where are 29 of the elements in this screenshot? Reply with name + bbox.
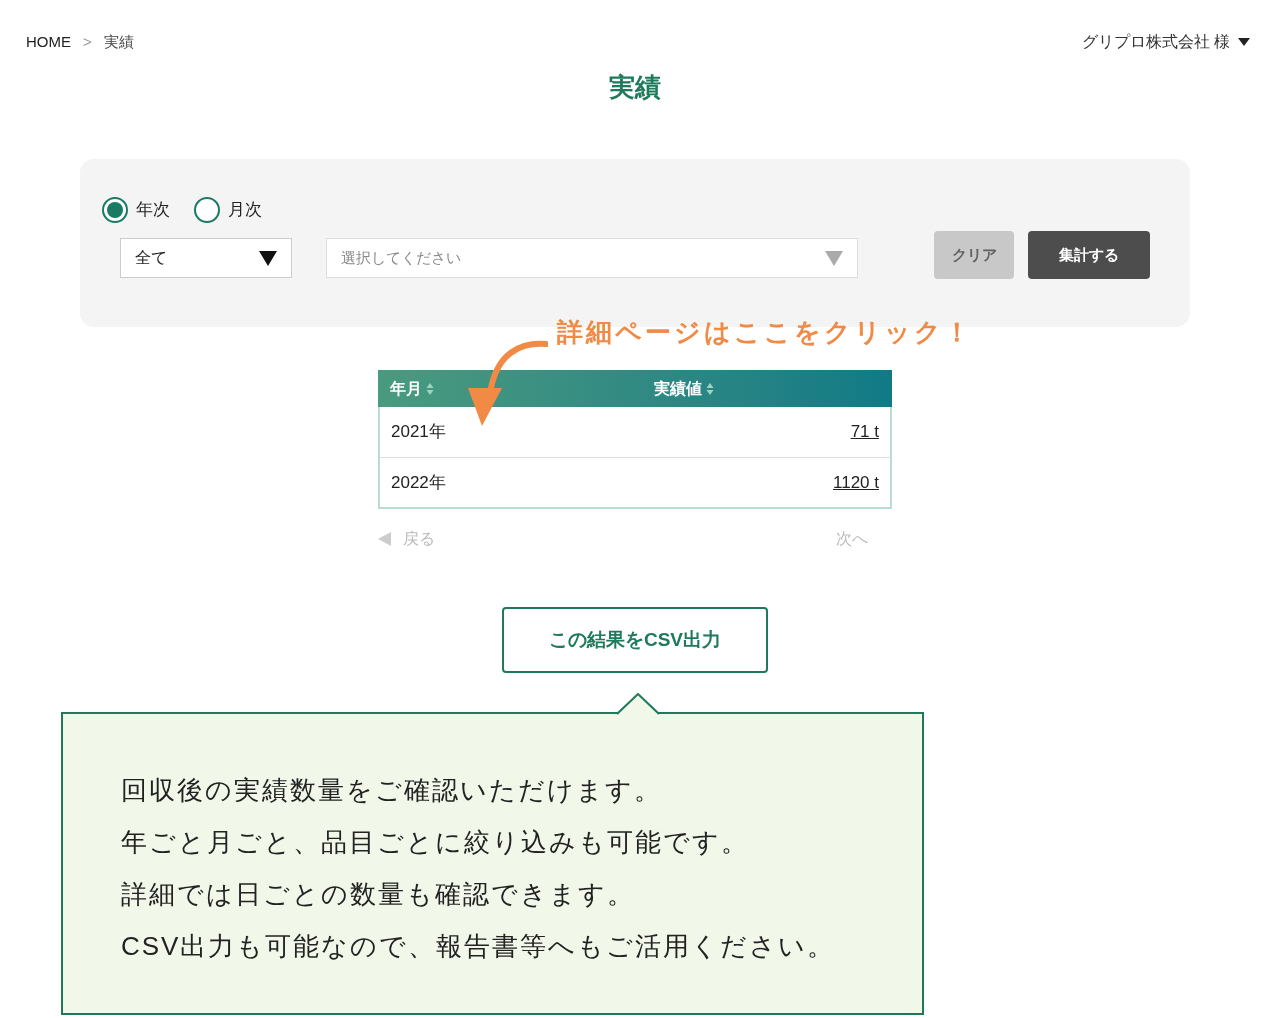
caret-icon [1238,38,1250,46]
table-cell-text: 2021年 [391,421,446,444]
item-select[interactable]: 選択してください [326,238,858,278]
table-cell-text: 2022年 [391,471,446,494]
callout-text: 詳細では日ごとの数量も確認できます。 [121,878,636,911]
aggregate-button[interactable]: 集計する [1028,231,1150,279]
breadcrumb-separator: > [83,31,92,52]
item-select-input: 選択してください [341,246,641,270]
dropdown-arrow-icon [825,250,843,266]
callout-text: CSV出力も可能なので、報告書等へもご活用ください。 [121,930,837,963]
radio-button[interactable] [194,197,220,223]
callout-text: 回収後の実績数量をご確認いただけます。 [121,774,663,807]
left-triangle-icon [378,532,391,546]
radio-button[interactable] [102,197,128,223]
column-header[interactable]: 実績値 [654,376,702,401]
user-menu[interactable]: グリプロ株式会社 様 [1081,30,1250,54]
breadcrumb-current: 実績 [103,31,134,52]
annotation-text: 詳細ページはここをクリック！ [557,317,973,347]
sort-icon[interactable] [706,381,714,396]
value-link[interactable]: 1120 t [833,469,879,496]
csv-export-button[interactable]: この結果をCSV出力 [502,607,768,673]
radio-label[interactable]: 年次 [136,197,170,223]
page-title: 実績 [608,71,662,104]
category-select[interactable]: 全て [120,238,292,278]
value-link[interactable]: 71 t [850,419,879,445]
callout-text: 年ごと月ごと、品目ごとに絞り込みも可能です。 [121,826,750,859]
breadcrumb-link[interactable]: HOME [26,30,71,54]
dropdown-arrow-icon [259,250,277,266]
radio-label[interactable]: 月次 [228,197,262,223]
